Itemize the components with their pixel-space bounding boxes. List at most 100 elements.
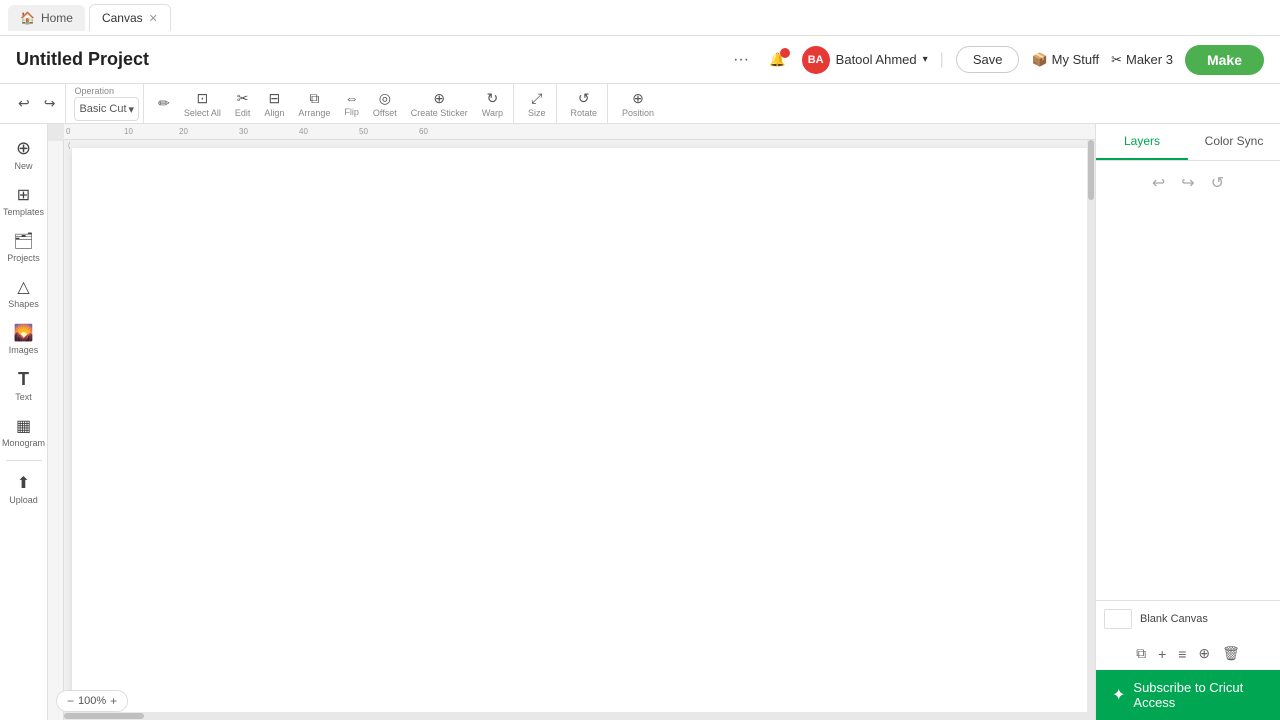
images-label: Images	[9, 345, 39, 355]
sidebar-item-shapes[interactable]: △ Shapes	[2, 271, 46, 315]
arrange-button[interactable]: ⧉ Arrange	[292, 86, 336, 122]
ruler-mark-20: 20	[179, 127, 188, 136]
select-all-button[interactable]: ⊡ Select All	[178, 86, 227, 122]
subscribe-banner[interactable]: ✦ Subscribe to Cricut Access	[1096, 670, 1280, 720]
canvas-white[interactable]	[72, 148, 1087, 712]
canvas-area[interactable]: 0 10 20 30 40 50 60 − 100% +	[48, 124, 1095, 720]
images-icon: 🌄	[14, 323, 34, 343]
arrange-label: Arrange	[298, 108, 330, 118]
new-label: New	[14, 161, 32, 171]
subscribe-icon: ✦	[1112, 685, 1125, 705]
maker-icon: ✂	[1111, 52, 1122, 68]
subscribe-text: Subscribe to Cricut Access	[1133, 680, 1264, 710]
my-stuff-icon: 📦	[1031, 52, 1047, 68]
templates-label: Templates	[3, 207, 44, 217]
sidebar-item-upload[interactable]: ⬆ Upload	[2, 467, 46, 511]
zoom-level: 100%	[78, 695, 106, 707]
panel-actions: ⧉ + ≡ ⊕ 🗑	[1096, 637, 1280, 670]
scrollbar-horizontal[interactable]	[64, 712, 1095, 720]
layers-tab-label: Layers	[1124, 134, 1160, 148]
panel-redo-button[interactable]: ↪	[1177, 169, 1198, 197]
panel-delete-button[interactable]: 🗑	[1222, 645, 1240, 662]
size-icon: ⤢	[531, 90, 542, 107]
sticker-label: Create Sticker	[411, 108, 468, 118]
ruler-mark-10: 10	[124, 127, 133, 136]
redo-button[interactable]: ↪	[38, 91, 62, 116]
undo-button[interactable]: ↩	[12, 91, 36, 116]
panel-group-button[interactable]: ⊕	[1198, 645, 1210, 662]
panel-copy-button[interactable]: ⧉	[1136, 645, 1146, 662]
toolbar-size-group: ⤢ Size	[518, 84, 557, 123]
size-button[interactable]: ⤢ Size	[522, 86, 552, 122]
notifications-button[interactable]: 🔔	[765, 48, 790, 72]
scrollbar-thumb-horizontal[interactable]	[64, 713, 144, 719]
panel-undo-button[interactable]: ↩	[1148, 169, 1169, 197]
toolbar-tools-group: ✏ ⊡ Select All ✂ Edit ⊟ Align ⧉ Arrange …	[148, 84, 514, 123]
sidebar-item-monogram[interactable]: ▦ Monogram	[2, 410, 46, 454]
home-icon: 🏠	[20, 11, 35, 25]
arrange-icon: ⧉	[309, 90, 319, 107]
color-sync-tab-label: Color Sync	[1205, 134, 1264, 148]
tab-layers[interactable]: Layers	[1096, 124, 1188, 160]
canvas-tab-close-icon[interactable]: ✕	[149, 12, 158, 25]
zoom-bar: − 100% +	[56, 690, 128, 712]
projects-label: Projects	[7, 253, 40, 263]
scrollbar-vertical[interactable]	[1087, 140, 1095, 712]
my-stuff-button[interactable]: 📦 My Stuff	[1031, 52, 1099, 68]
sidebar-item-projects[interactable]: 🗂 Projects	[2, 225, 46, 269]
ruler-mark-50: 50	[359, 127, 368, 136]
divider-1: |	[940, 51, 944, 69]
tab-color-sync[interactable]: Color Sync	[1188, 124, 1280, 160]
sidebar-item-images[interactable]: 🌄 Images	[2, 317, 46, 361]
offset-button[interactable]: ◎ Offset	[367, 86, 403, 122]
right-panel: Layers Color Sync ↩ ↪ ↺ Blank Canvas ⧉ +	[1095, 124, 1280, 720]
warp-icon: ↻	[487, 90, 499, 107]
projects-icon: 🗂	[13, 231, 33, 251]
panel-add-button[interactable]: +	[1158, 645, 1166, 662]
upload-icon: ⬆	[17, 473, 30, 493]
canvas-content[interactable]	[64, 140, 1095, 720]
user-menu[interactable]: BA Batool Ahmed ▾	[802, 46, 928, 74]
scrollbar-thumb-vertical[interactable]	[1088, 140, 1094, 200]
ruler-top: 0 10 20 30 40 50 60	[64, 124, 1095, 140]
sidebar-item-new[interactable]: ⊕ New	[2, 132, 46, 177]
sidebar-item-templates[interactable]: ⊞ Templates	[2, 179, 46, 223]
my-stuff-label: My Stuff	[1052, 52, 1099, 67]
ruler-mark-40: 40	[299, 127, 308, 136]
make-button[interactable]: Make	[1185, 45, 1264, 75]
flip-button[interactable]: ⇔ Flip	[338, 86, 365, 121]
warp-label: Warp	[482, 108, 503, 118]
maker-button[interactable]: ✂ Maker 3	[1111, 52, 1173, 68]
panel-reset-button[interactable]: ↺	[1207, 169, 1228, 197]
tab-canvas[interactable]: Canvas ✕	[89, 4, 171, 31]
create-sticker-button[interactable]: ⊕ Create Sticker	[405, 86, 474, 122]
operation-select[interactable]: Basic Cut ▾	[74, 97, 139, 121]
rotate-button[interactable]: ↺ Rotate	[565, 86, 604, 122]
tab-home[interactable]: 🏠 Home	[8, 5, 85, 31]
panel-align-button[interactable]: ≡	[1178, 645, 1186, 662]
zoom-in-button[interactable]: +	[110, 694, 117, 708]
pencil-icon: ✏	[158, 95, 170, 112]
blank-canvas-row[interactable]: Blank Canvas	[1104, 609, 1272, 629]
align-button[interactable]: ⊟ Align	[258, 86, 290, 122]
ruler-left	[48, 140, 64, 720]
zoom-out-button[interactable]: −	[67, 694, 74, 708]
rotate-icon: ↺	[578, 90, 590, 107]
select-all-label: Select All	[184, 108, 221, 118]
canvas-corner-indicator: ⟨	[64, 140, 74, 150]
align-label: Align	[264, 108, 284, 118]
toolbar-operation-group: Operation Basic Cut ▾	[70, 84, 144, 123]
pencil-tool-button[interactable]: ✏	[152, 91, 176, 116]
size-label: Size	[528, 108, 546, 118]
warp-button[interactable]: ↻ Warp	[476, 86, 509, 122]
title-bar: 🏠 Home Canvas ✕	[0, 0, 1280, 36]
canvas-tab-label: Canvas	[102, 11, 143, 25]
more-button[interactable]: ···	[729, 47, 753, 73]
position-button[interactable]: ⊕ Position	[616, 86, 660, 122]
sidebar-item-text[interactable]: T Text	[2, 363, 46, 408]
position-icon: ⊕	[632, 90, 644, 107]
edit-button[interactable]: ✂ Edit	[229, 86, 257, 122]
offset-label: Offset	[373, 108, 397, 118]
toolbar-history-group: ↩ ↪	[8, 84, 66, 123]
save-button[interactable]: Save	[956, 46, 1020, 73]
